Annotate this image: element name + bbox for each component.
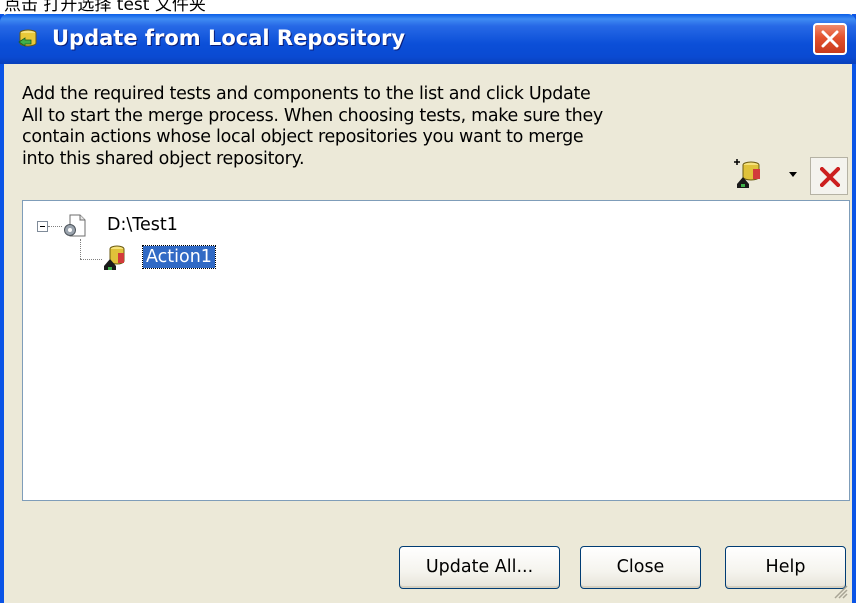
instructions-line: contain actions whose local object repos… — [22, 127, 584, 147]
delete-x-icon — [820, 167, 840, 187]
background-page-strip: 点击 打开选择 test 文件夹 — [0, 0, 856, 14]
help-button[interactable]: Help — [725, 546, 846, 589]
instructions-text: Add the required tests and components to… — [22, 84, 712, 170]
tree-connector — [48, 226, 62, 227]
add-item-button[interactable] — [731, 156, 797, 190]
repository-app-icon — [18, 29, 37, 47]
tree-node-action1[interactable]: Action1 — [142, 245, 216, 269]
dropdown-arrow-icon[interactable] — [789, 172, 799, 178]
update-all-button[interactable]: Update All... — [399, 546, 560, 589]
test-document-icon — [64, 214, 86, 237]
instructions-line: Add the required tests and components to… — [22, 84, 591, 104]
close-window-button[interactable] — [813, 23, 847, 55]
merge-items-tree[interactable]: D:\Test1 Action1 — [22, 200, 850, 501]
remove-item-button[interactable] — [810, 157, 848, 195]
collapse-toggle[interactable] — [37, 221, 48, 232]
instructions-line: into this shared object repository. — [22, 148, 305, 169]
instructions-line: All to start the merge process. When cho… — [22, 105, 603, 126]
tree-connector — [80, 239, 81, 259]
add-repository-icon — [734, 159, 760, 188]
title-bar[interactable]: Update from Local Repository — [0, 14, 856, 64]
tree-connector — [80, 259, 102, 260]
background-page-text: 点击 打开选择 test 文件夹 — [4, 0, 206, 14]
dialog-title: Update from Local Repository — [52, 26, 406, 50]
resize-grip-icon[interactable] — [832, 583, 848, 599]
dialog-window: Update from Local Repository Add the req… — [0, 14, 856, 603]
close-icon — [821, 30, 839, 48]
close-button[interactable]: Close — [580, 546, 701, 589]
tree-node-test1[interactable]: D:\Test1 — [107, 215, 178, 235]
action-repository-icon — [104, 245, 125, 270]
